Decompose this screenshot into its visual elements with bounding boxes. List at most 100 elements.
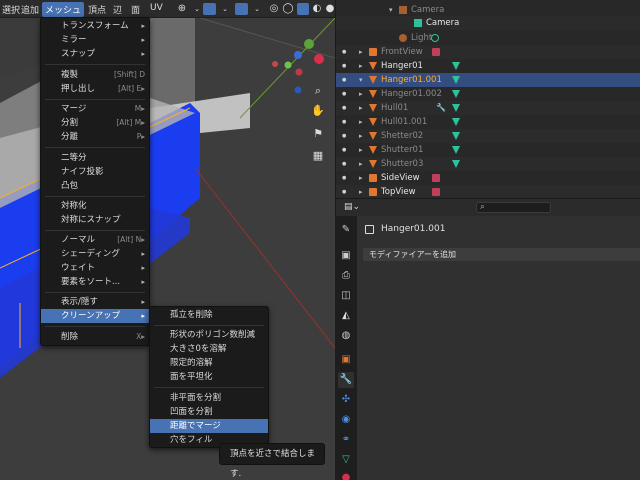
outliner-row[interactable]: ● ▸ Shutter01 [336, 143, 640, 157]
editor-type-icon[interactable]: ▤⌄ [344, 202, 360, 212]
material-shading-icon[interactable]: ◐ [311, 3, 323, 15]
outliner-row[interactable]: ▾ Camera [336, 3, 640, 17]
menu-item-sort-elements[interactable]: 要素をソート... ▸ [41, 275, 149, 289]
menu-item-merge[interactable]: マージ M▸ [41, 102, 149, 116]
menu-select[interactable]: 選択 [2, 3, 20, 16]
menu-item-make-planar[interactable]: 面を平坦化 [150, 370, 268, 384]
menu-item-delete[interactable]: 削除 X▸ [41, 330, 149, 344]
camera-view-icon[interactable]: ⚑ [310, 127, 326, 143]
menu-item-delete-loose[interactable]: 孤立を削除 [150, 308, 268, 322]
constraints-tab-icon[interactable]: ⚭ [338, 432, 354, 448]
menu-item-split[interactable]: 分割 [Alt] M▸ [41, 116, 149, 130]
menu-item-snap[interactable]: スナップ ▸ [41, 47, 149, 61]
pan-hand-icon[interactable]: ✋ [310, 104, 326, 120]
collapse-arrow-icon[interactable]: ▾ [389, 3, 393, 17]
outliner-row[interactable]: ● ▸ Hull01.001 [336, 115, 640, 129]
proportional-edit-button[interactable] [235, 3, 248, 15]
expand-arrow-icon[interactable]: ▸ [359, 129, 363, 143]
expand-arrow-icon[interactable]: ▸ [359, 101, 363, 115]
collapse-arrow-icon[interactable]: ▾ [359, 73, 363, 87]
outliner-row[interactable]: ● ▸ Hull01 🔧 [336, 101, 640, 115]
view-layer-tab-icon[interactable]: ◫ [338, 288, 354, 304]
visibility-dot-icon[interactable]: ● [342, 101, 346, 115]
menu-item-show-hide[interactable]: 表示/隠す ▸ [41, 295, 149, 309]
menu-face[interactable]: 面 [131, 3, 140, 16]
visibility-dot-icon[interactable]: ● [342, 129, 346, 143]
menu-item-separate[interactable]: 分離 P▸ [41, 130, 149, 144]
visibility-dot-icon[interactable]: ● [342, 185, 346, 198]
menu-uv[interactable]: UV [150, 3, 163, 13]
menu-item-cleanup[interactable]: クリーンアップ ▸ [41, 309, 149, 323]
outliner-row[interactable]: ● ▸ SideView [336, 171, 640, 185]
menu-item-limited-dissolve[interactable]: 限定的溶解 [150, 356, 268, 370]
scene-tab-icon[interactable]: ◭ [338, 308, 354, 324]
outliner-row[interactable]: ● ▾ Hanger01.001 [336, 73, 640, 87]
outliner-row[interactable]: ● ▸ Shutter03 [336, 157, 640, 171]
expand-arrow-icon[interactable]: ▸ [359, 143, 363, 157]
menu-item-weights[interactable]: ウェイト ▸ [41, 261, 149, 275]
particles-tab-icon[interactable]: ✣ [338, 392, 354, 408]
visibility-dot-icon[interactable]: ● [342, 171, 346, 185]
snap-toggle-button[interactable] [203, 3, 216, 15]
visibility-dot-icon[interactable]: ● [342, 143, 346, 157]
visibility-dot-icon[interactable]: ● [342, 73, 346, 87]
expand-arrow-icon[interactable]: ▸ [359, 157, 363, 171]
output-tab-icon[interactable]: ⎙ [338, 268, 354, 284]
expand-arrow-icon[interactable]: ▸ [359, 87, 363, 101]
mesh-data-tab-icon[interactable]: ▽ [338, 452, 354, 468]
menu-item-duplicate[interactable]: 複製 [Shift] D [41, 68, 149, 82]
menu-mesh[interactable]: メッシュ [42, 2, 85, 17]
menu-item-transform[interactable]: トランスフォーム ▸ [41, 19, 149, 33]
outliner-row[interactable]: Light [336, 31, 640, 45]
menu-item-bisect[interactable]: 二等分 [41, 151, 149, 165]
visibility-dot-icon[interactable]: ● [342, 87, 346, 101]
menu-item-degenerate-dissolve[interactable]: 大きさ0を溶解 [150, 342, 268, 356]
tool-tab-icon[interactable]: ✎ [338, 222, 354, 238]
menu-vertex[interactable]: 頂点 [88, 3, 106, 16]
menu-item-split-non-planar[interactable]: 非平面を分割 [150, 391, 268, 405]
menu-item-normals[interactable]: ノーマル [Alt] N▸ [41, 233, 149, 247]
chevron-down-icon[interactable]: ⌄ [251, 3, 263, 15]
menu-item-merge-by-distance[interactable]: 距離でマージ [150, 419, 268, 433]
menu-item-convex-hull[interactable]: 凸包 [41, 179, 149, 193]
expand-arrow-icon[interactable]: ▸ [359, 171, 363, 185]
menu-item-split-concave[interactable]: 凹面を分割 [150, 405, 268, 419]
outliner-row[interactable]: ● ▸ Hanger01.002 [336, 87, 640, 101]
wireframe-shading-icon[interactable]: ◯ [282, 3, 294, 15]
object-tab-icon[interactable]: ▣ [338, 352, 354, 368]
material-tab-icon[interactable]: ● [338, 470, 354, 480]
visibility-dot-icon[interactable]: ● [342, 45, 346, 59]
visibility-dot-icon[interactable]: ● [342, 59, 346, 73]
menu-item-snap-to-symmetry[interactable]: 対称にスナップ [41, 213, 149, 227]
visibility-dot-icon[interactable]: ● [342, 115, 346, 129]
outliner-row[interactable]: Camera [336, 16, 640, 30]
outliner-row[interactable]: ● ▸ FrontView [336, 45, 640, 59]
properties-search-input[interactable]: ⌕ [476, 202, 551, 213]
chevron-down-icon[interactable]: ⌄ [219, 3, 231, 15]
outliner-row[interactable]: ● ▸ TopView [336, 185, 640, 198]
outliner-row[interactable]: ● ▸ Hanger01 [336, 59, 640, 73]
menu-item-shading[interactable]: シェーディング ▸ [41, 247, 149, 261]
add-modifier-button[interactable]: モディファイアーを追加 [363, 248, 640, 261]
menu-edge[interactable]: 辺 [113, 3, 122, 16]
world-tab-icon[interactable]: ◍ [338, 328, 354, 344]
overlay-icon[interactable]: ◎ [268, 3, 280, 15]
chevron-down-icon[interactable]: ⌄ [191, 3, 203, 15]
expand-arrow-icon[interactable]: ▸ [359, 115, 363, 129]
visibility-dot-icon[interactable]: ● [342, 157, 346, 171]
menu-item-decimate[interactable]: 形状のポリゴン数削減 [150, 328, 268, 342]
menu-item-mirror[interactable]: ミラー ▸ [41, 33, 149, 47]
expand-arrow-icon[interactable]: ▸ [359, 59, 363, 73]
solid-shading-button[interactable] [297, 3, 309, 15]
zoom-icon[interactable]: ⌕ [310, 84, 326, 100]
physics-tab-icon[interactable]: ◉ [338, 412, 354, 428]
menu-item-knife-project[interactable]: ナイフ投影 [41, 165, 149, 179]
modifier-tab-icon[interactable]: 🔧 [338, 372, 354, 388]
menu-add[interactable]: 追加 [21, 3, 39, 16]
menu-item-extrude[interactable]: 押し出し [Alt] E▸ [41, 82, 149, 96]
render-tab-icon[interactable]: ▣ [338, 248, 354, 264]
outliner-row[interactable]: ● ▸ Shetter02 [336, 129, 640, 143]
expand-arrow-icon[interactable]: ▸ [359, 185, 363, 198]
perspective-grid-icon[interactable]: ▦ [310, 149, 326, 165]
transform-orientation-icon[interactable]: ⊕ [176, 3, 188, 15]
